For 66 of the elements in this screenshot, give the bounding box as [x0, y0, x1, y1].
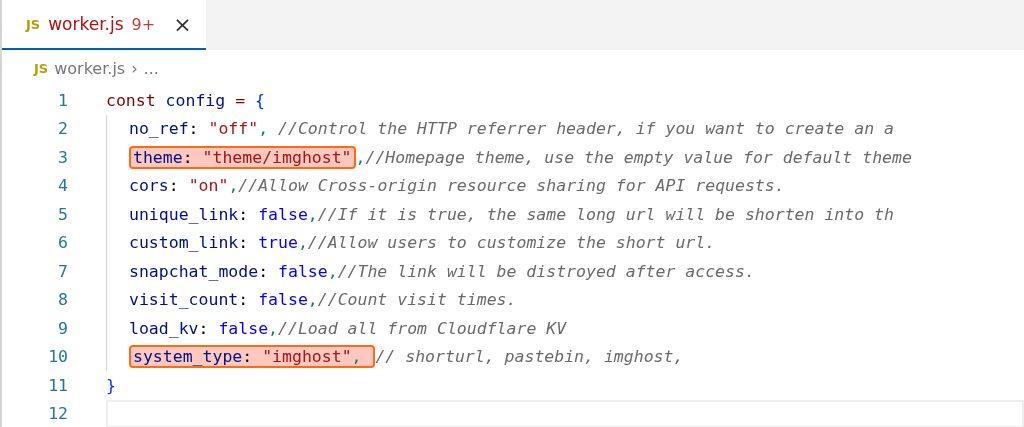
line-number: 10	[47, 347, 69, 367]
code-token: unique_link	[129, 204, 239, 224]
code-token: //If it is true, the same long url will be shorten into th	[317, 204, 894, 224]
code-token: ,	[327, 261, 338, 281]
code-token: }	[106, 375, 116, 395]
code-token: custom_link	[129, 233, 239, 253]
code-token: //Allow Cross-origin resource sharing for API requests.	[238, 176, 785, 196]
line-number: 1	[57, 90, 69, 110]
code-token: ,	[307, 204, 318, 224]
js-file-icon: JS	[26, 16, 41, 32]
code-token: :	[168, 176, 180, 196]
line-number: 12	[47, 404, 69, 424]
code-token: false	[278, 261, 328, 281]
line-number: 11	[47, 375, 69, 395]
code-token: false	[218, 318, 269, 338]
code-token: //Control the HTTP referrer header, if you want to create an a	[278, 119, 894, 139]
code-token: :	[198, 318, 210, 338]
code-token: false	[258, 290, 308, 310]
editor-tab[interactable]: JS worker.js 9+ ×	[2, 0, 206, 50]
tab-label: worker.js	[48, 14, 124, 34]
close-icon[interactable]: ×	[173, 11, 192, 37]
code-token: {	[255, 90, 265, 110]
code-token: :	[188, 119, 200, 139]
line-number: 5	[57, 204, 69, 224]
problem-count: 9+	[131, 14, 156, 34]
line-number: 9	[57, 318, 69, 338]
code-token: ,	[355, 147, 366, 167]
code-token: //The link will be distroyed after access.	[337, 261, 755, 281]
line-number: 3	[57, 147, 69, 167]
code-token: cors	[129, 176, 169, 196]
code-token: :	[238, 290, 250, 310]
code-token: =	[234, 90, 247, 110]
code-token: ,	[228, 176, 239, 196]
code-token: visit_count	[129, 290, 239, 310]
code-token: ,	[297, 233, 308, 253]
chevron-icon: ›	[131, 58, 138, 78]
code-token: ,	[268, 318, 279, 338]
code-token: const	[106, 90, 157, 110]
code-token: //Allow users to customize the short url.	[307, 233, 716, 253]
js-file-icon: JS	[34, 60, 49, 76]
code-token: load_kv	[129, 318, 199, 338]
code-token: config	[165, 90, 226, 110]
breadcrumb-item[interactable]: ...	[143, 58, 159, 78]
code-token: // shorturl, pastebin, imghost,	[375, 347, 684, 367]
code-token: snapchat_mode	[129, 261, 259, 281]
code-token: false	[258, 204, 308, 224]
code-token: //Load all from Cloudflare KV	[278, 318, 567, 338]
breadcrumb-item[interactable]: worker.js	[54, 58, 126, 78]
code-token: ,	[307, 290, 318, 310]
code-token: no_ref	[129, 119, 189, 139]
code-token: "on"	[188, 176, 229, 196]
line-number: 6	[57, 233, 69, 253]
code-token: true	[258, 233, 298, 253]
code-token: ,	[258, 119, 270, 139]
code-highlight: system_type: "imghost",	[129, 345, 376, 369]
code-token: //Count visit times.	[317, 290, 517, 310]
code-token: :	[238, 204, 250, 224]
line-number: 7	[57, 261, 69, 281]
line-number: 8	[57, 290, 69, 310]
code-token: :	[258, 261, 270, 281]
code-token: :	[238, 233, 250, 253]
line-number: 4	[57, 176, 69, 196]
code-token: "off"	[208, 119, 259, 139]
code-highlight: theme: "theme/imghost"	[129, 145, 356, 169]
line-number: 2	[57, 119, 69, 139]
code-token: //Homepage theme, use the empty value for default theme	[365, 147, 912, 167]
